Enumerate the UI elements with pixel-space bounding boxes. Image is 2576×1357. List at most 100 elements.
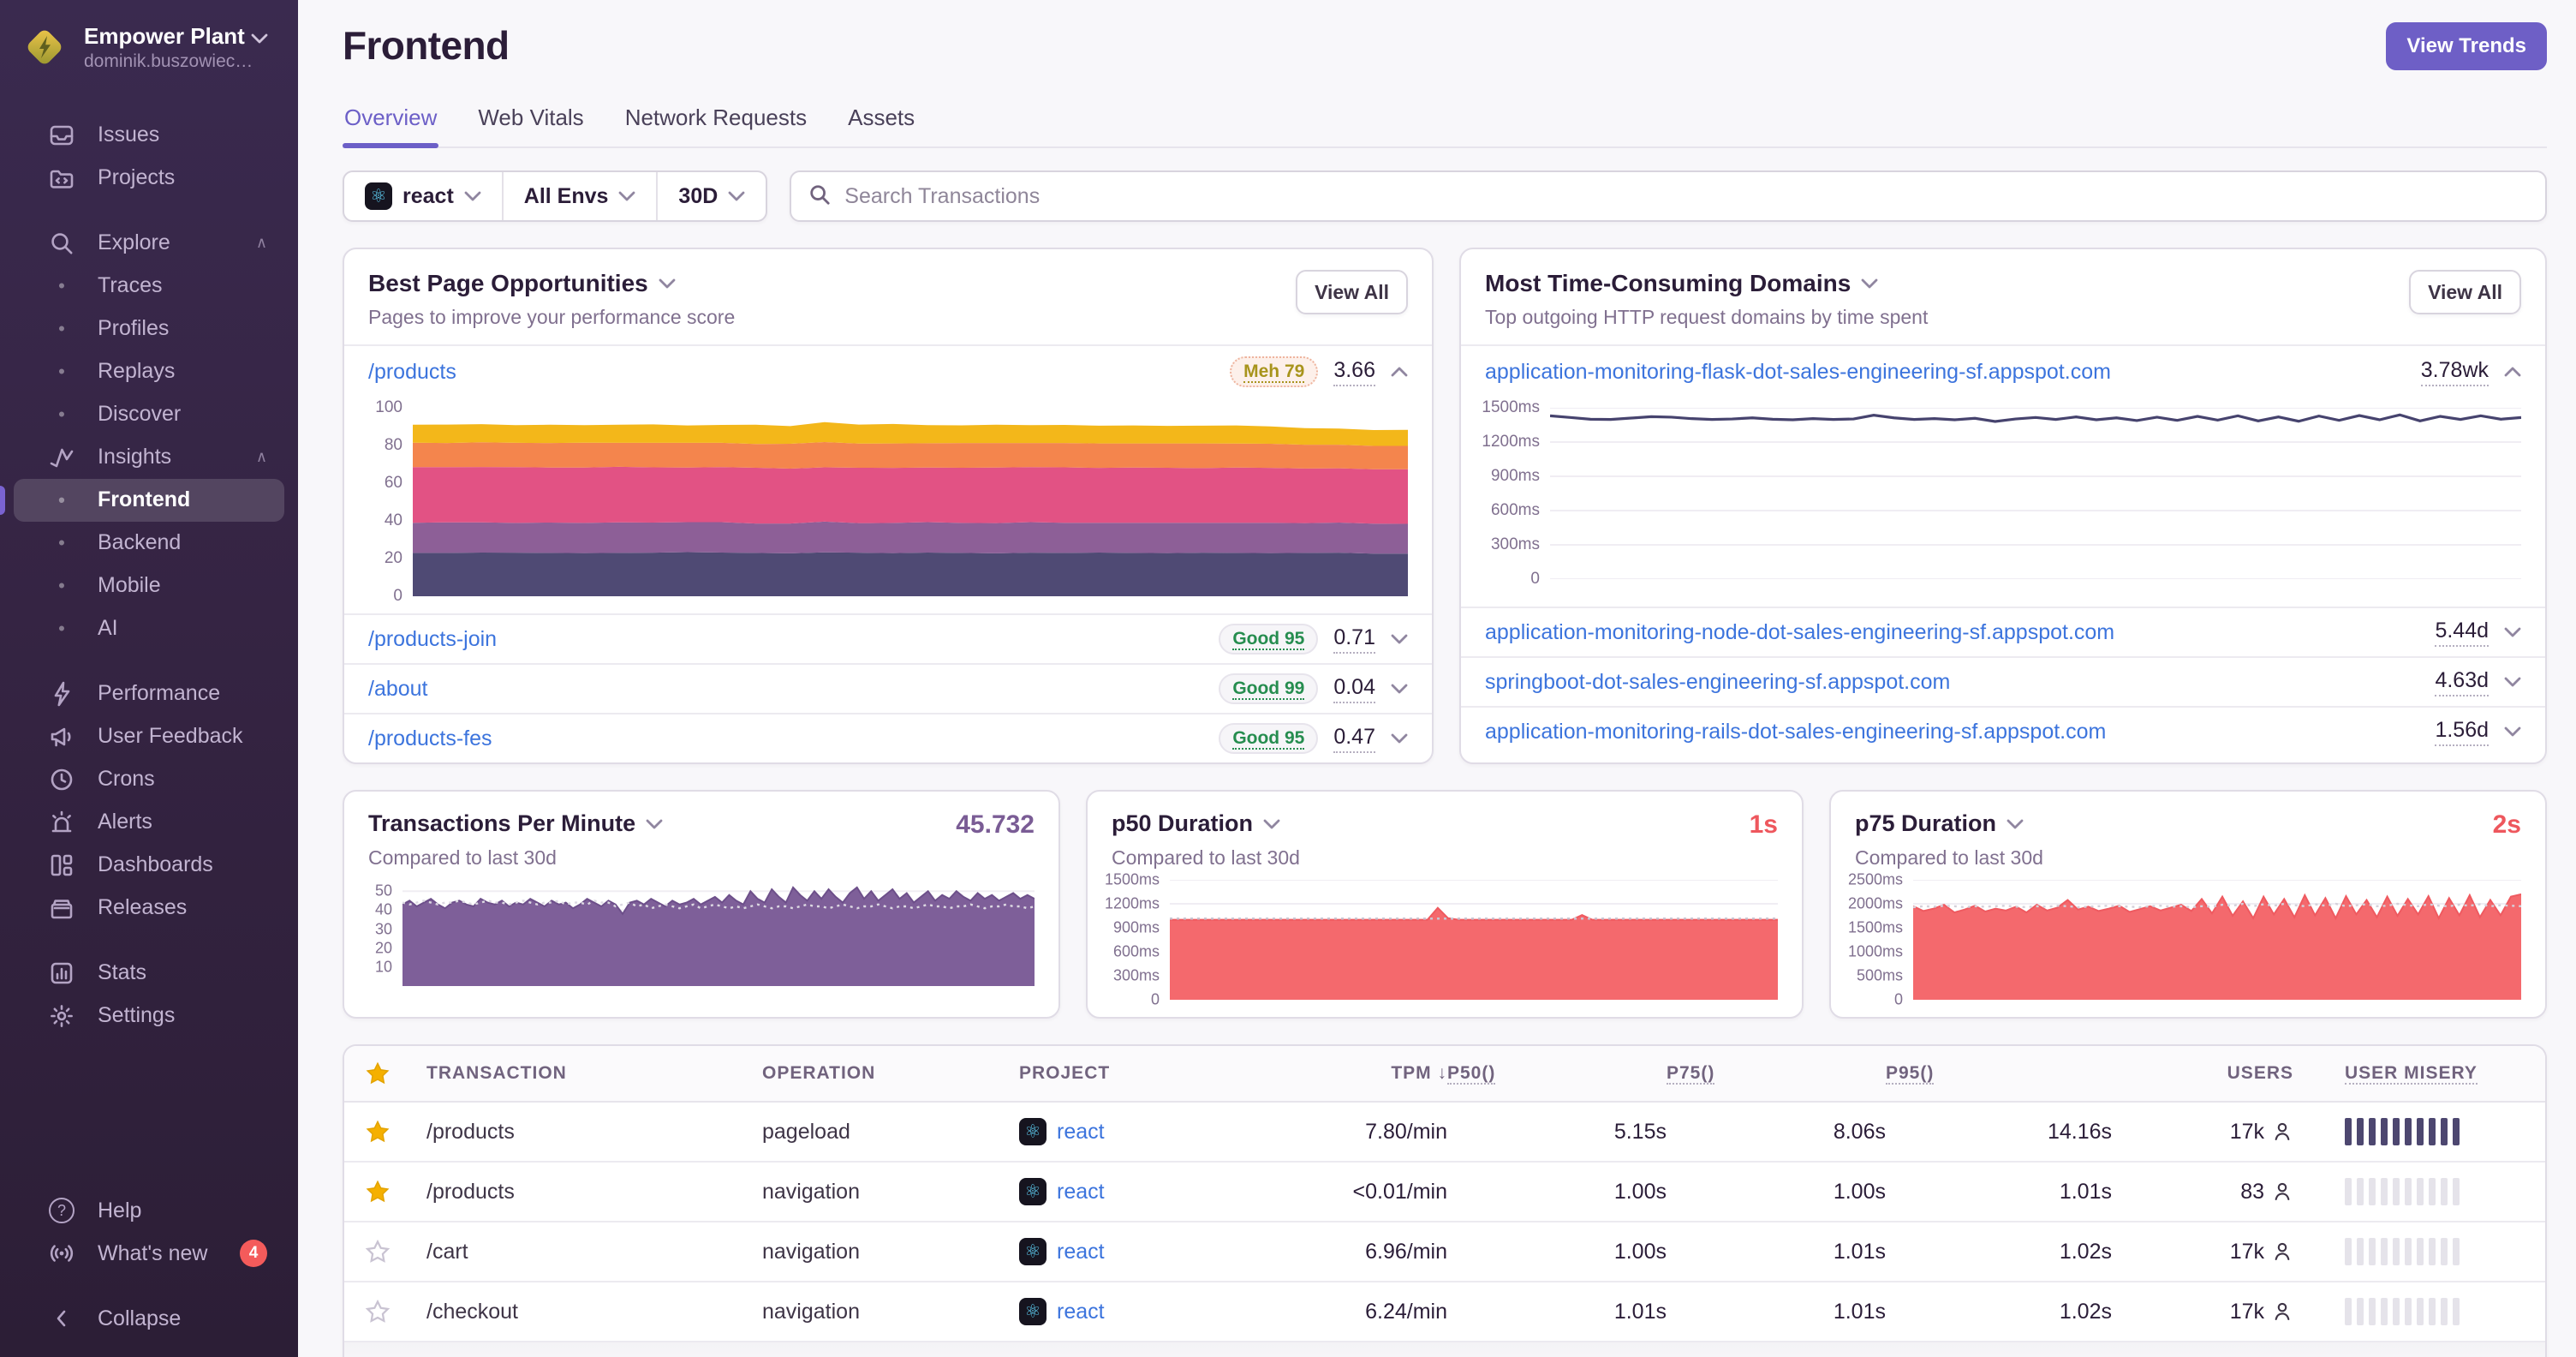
sidebar-section-insights[interactable]: Insights ∧ (14, 436, 284, 479)
project-link[interactable]: react (1057, 1300, 1105, 1324)
user-icon (2275, 1122, 2290, 1140)
performance-score-chart: 100 80 60 40 20 0 (344, 398, 1432, 613)
domain-link[interactable]: application-monitoring-rails-dot-sales-e… (1485, 720, 2106, 744)
project-link[interactable]: react (1057, 1180, 1105, 1205)
panel-title: Most Time-Consuming Domains (1485, 270, 1928, 297)
domain-link[interactable]: application-monitoring-node-dot-sales-en… (1485, 620, 2114, 645)
favorite-star-icon[interactable] (365, 1239, 426, 1264)
table-row: /products navigation ⚛ react <0.01/min 1.… (344, 1163, 2545, 1222)
sidebar-item-projects[interactable]: Projects (14, 157, 284, 200)
chevron-down-icon[interactable] (1391, 684, 1408, 694)
col-p75[interactable]: P75() (1667, 1063, 1886, 1085)
sidebar-item-mobile[interactable]: • Mobile (14, 565, 284, 607)
list-item: /products-fes Good 95 0.47 (344, 713, 1432, 762)
y-tick-label: 1500ms (1847, 918, 1903, 936)
tab-overview[interactable]: Overview (343, 94, 439, 147)
chevron-down-icon[interactable] (1861, 278, 1878, 289)
sidebar-item-stats[interactable]: Stats (14, 952, 284, 995)
favorite-star-icon[interactable] (365, 1179, 426, 1205)
siren-icon (48, 809, 75, 836)
chevron-down-icon[interactable] (2504, 627, 2521, 637)
date-range-filter[interactable]: 30D (656, 172, 766, 220)
search-bar[interactable] (790, 170, 2547, 222)
sidebar-item-performance[interactable]: Performance (14, 673, 284, 715)
sidebar-item-issues[interactable]: Issues (14, 114, 284, 157)
col-users[interactable]: USERS (2227, 1063, 2293, 1084)
view-trends-button[interactable]: View Trends (2386, 22, 2547, 70)
chevron-up-icon[interactable] (2504, 367, 2521, 377)
page-link[interactable]: /about (368, 677, 428, 702)
favorite-star-icon[interactable] (365, 1119, 426, 1145)
p75-cell: 1.01s (1833, 1239, 1886, 1264)
chevron-up-icon[interactable] (1391, 367, 1408, 377)
transaction-link[interactable]: /products (426, 1120, 762, 1145)
favorite-star-icon[interactable] (365, 1299, 426, 1324)
bar-chart-icon (48, 959, 75, 987)
org-name: Empower Plant (84, 22, 268, 51)
p95-cell: 14.16s (2047, 1119, 2112, 1144)
tab-network-requests[interactable]: Network Requests (623, 94, 808, 146)
chevron-down-icon (618, 191, 635, 201)
domain-link[interactable]: springboot-dot-sales-engineering-sf.apps… (1485, 670, 1950, 695)
project-filter[interactable]: ⚛ react (344, 172, 502, 220)
col-operation[interactable]: OPERATION (762, 1063, 1019, 1084)
sidebar-item-alerts[interactable]: Alerts (14, 801, 284, 844)
project-link[interactable]: react (1057, 1240, 1105, 1264)
sidebar-collapse-button[interactable]: Collapse (14, 1297, 284, 1340)
y-tick-label: 2000ms (1847, 894, 1903, 912)
y-tick-label: 1200ms (1104, 894, 1160, 912)
user-misery-bars (2345, 1178, 2525, 1205)
chevron-down-icon[interactable] (1263, 819, 1280, 829)
sidebar-item-dashboards[interactable]: Dashboards (14, 844, 284, 887)
col-tpm[interactable]: TPM ↓ (1391, 1063, 1447, 1084)
project-link[interactable]: react (1057, 1120, 1105, 1145)
sidebar-item-ai[interactable]: • AI (14, 607, 284, 650)
sidebar-item-traces[interactable]: • Traces (14, 265, 284, 308)
chevron-down-icon[interactable] (646, 819, 663, 829)
score-badge: Good 95 (1219, 624, 1319, 655)
org-switcher[interactable]: Empower Plant dominik.buszowiec… (0, 0, 298, 90)
sidebar-item-profiles[interactable]: • Profiles (14, 308, 284, 350)
sidebar-section-explore[interactable]: Explore ∧ (14, 222, 284, 265)
sidebar-item-help[interactable]: ? Help (14, 1189, 284, 1232)
sidebar-item-backend[interactable]: • Backend (14, 522, 284, 565)
page-list: /products-join Good 95 0.71/about Good 9… (344, 613, 1432, 762)
col-project[interactable]: PROJECT (1019, 1063, 1273, 1084)
col-p95[interactable]: P95() (1886, 1063, 2112, 1085)
chevron-down-icon[interactable] (1391, 733, 1408, 744)
tab-web-vitals[interactable]: Web Vitals (476, 94, 585, 146)
sidebar-item-replays[interactable]: • Replays (14, 350, 284, 393)
chevron-down-icon[interactable] (2504, 677, 2521, 687)
view-all-button[interactable]: View All (2409, 270, 2521, 314)
chevron-down-icon[interactable] (2007, 819, 2024, 829)
transaction-link[interactable]: /products (426, 1180, 762, 1205)
domain-link[interactable]: application-monitoring-flask-dot-sales-e… (1485, 360, 2111, 385)
search-input[interactable] (844, 183, 2528, 209)
col-user-misery[interactable]: USER MISERY (2345, 1063, 2525, 1085)
sidebar-item-user-feedback[interactable]: User Feedback (14, 715, 284, 758)
tab-assets[interactable]: Assets (846, 94, 916, 146)
col-p50[interactable]: P50() (1447, 1063, 1667, 1085)
view-all-button[interactable]: View All (1296, 270, 1408, 314)
chevron-up-icon[interactable]: ∧ (256, 234, 267, 252)
col-transaction[interactable]: TRANSACTION (426, 1063, 762, 1084)
chevron-down-icon[interactable] (659, 278, 676, 289)
chevron-down-icon[interactable] (1391, 634, 1408, 644)
chevron-up-icon[interactable]: ∧ (256, 448, 267, 466)
environment-filter[interactable]: All Envs (501, 172, 657, 220)
sidebar-item-frontend[interactable]: • Frontend (0, 478, 284, 522)
page-link[interactable]: /products-fes (368, 726, 492, 751)
sidebar-item-whats-new[interactable]: What's new 4 (14, 1232, 284, 1275)
transaction-link[interactable]: /checkout (426, 1300, 762, 1324)
chevron-down-icon[interactable] (2504, 726, 2521, 737)
page-link[interactable]: /products-join (368, 627, 497, 652)
sidebar-item-releases[interactable]: Releases (14, 887, 284, 930)
page-link[interactable]: /products (368, 360, 456, 385)
sidebar-item-discover[interactable]: • Discover (14, 393, 284, 436)
sidebar-item-crons[interactable]: Crons (14, 758, 284, 801)
favorite-star-icon[interactable] (365, 1061, 426, 1086)
sidebar-item-settings[interactable]: Settings (14, 995, 284, 1037)
y-tick-label: 50 (374, 882, 392, 900)
transaction-link[interactable]: /cart (426, 1240, 762, 1264)
clock-icon (48, 766, 75, 793)
